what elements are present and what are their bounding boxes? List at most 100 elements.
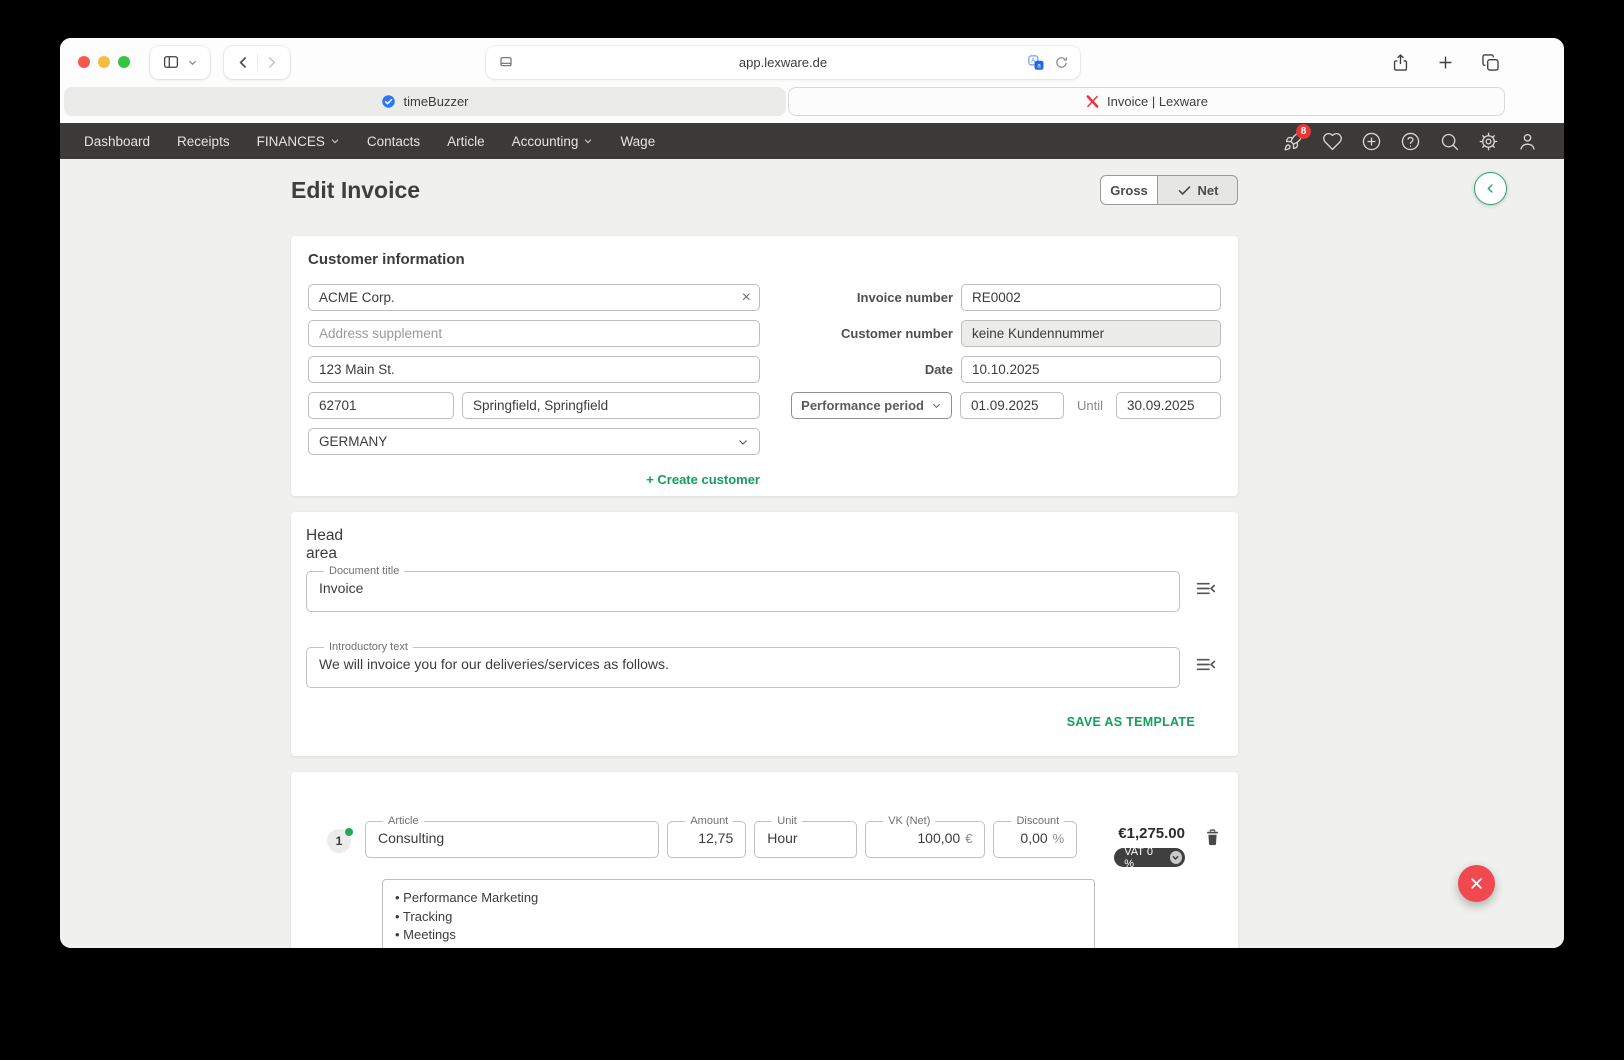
minimize-window-button[interactable]: [98, 56, 110, 68]
nav-item-accounting[interactable]: Accounting: [512, 134, 594, 149]
amount-label: Amount: [685, 815, 733, 827]
text-blocks-icon[interactable]: [1195, 578, 1216, 599]
discount-input[interactable]: [1006, 828, 1047, 846]
item-position-badge: 1: [327, 829, 351, 853]
discount-field: Discount %: [993, 815, 1077, 858]
currency-suffix: €: [965, 831, 972, 846]
customer-number-input: [961, 320, 1221, 347]
app-navigation-bar: Dashboard Receipts FINANCES Contacts Art…: [60, 123, 1564, 159]
desktop-background: app.lexware.de Aa: [0, 0, 1624, 1060]
help-icon[interactable]: [1397, 128, 1423, 154]
new-tab-icon[interactable]: [1436, 53, 1455, 72]
gross-toggle-button[interactable]: Gross: [1100, 175, 1158, 205]
customer-information-card: Customer information ×: [291, 236, 1238, 496]
percent-suffix: %: [1053, 831, 1065, 846]
nav-item-contacts[interactable]: Contacts: [367, 134, 420, 149]
article-field: Article: [365, 815, 659, 858]
sidebar-toggle-button[interactable]: [150, 46, 210, 79]
document-title-input[interactable]: [319, 578, 1167, 596]
nav-item-article[interactable]: Article: [447, 134, 485, 149]
document-title-field: Document title: [306, 565, 1180, 612]
until-label: Until: [1077, 398, 1103, 413]
date-input[interactable]: [961, 356, 1221, 383]
price-net-field: VK (Net) €: [865, 815, 985, 858]
tab-bar: timeBuzzer Invoice | Lexware: [60, 86, 1564, 123]
nav-item-finances[interactable]: FINANCES: [257, 134, 340, 149]
invoice-number-label: Invoice number: [857, 290, 953, 305]
browser-toolbar: app.lexware.de Aa: [60, 38, 1564, 86]
tab-label: timeBuzzer: [403, 94, 468, 109]
forward-button[interactable]: [263, 54, 280, 71]
amount-input[interactable]: [680, 828, 733, 846]
chevron-down-icon: [737, 436, 749, 448]
gross-net-toggle: Gross Net: [1100, 175, 1238, 205]
item-total: €1,275.00: [1118, 825, 1185, 842]
reload-icon[interactable]: [1054, 55, 1069, 70]
divider: [257, 53, 258, 71]
unit-input[interactable]: [767, 828, 844, 846]
chevron-down-icon: [583, 136, 593, 146]
item-description-textarea[interactable]: • Performance Marketing • Tracking • Mee…: [382, 879, 1095, 948]
amount-field: Amount: [667, 815, 746, 858]
zoom-window-button[interactable]: [118, 56, 130, 68]
chevron-down-icon: [330, 136, 340, 146]
checkmark-icon: [1177, 183, 1192, 198]
text-blocks-icon[interactable]: [1195, 654, 1216, 675]
back-button[interactable]: [235, 54, 252, 71]
notification-badge: 8: [1296, 124, 1311, 139]
period-from-input[interactable]: [960, 392, 1064, 419]
customer-name-input[interactable]: [308, 284, 760, 311]
net-toggle-button[interactable]: Net: [1158, 175, 1238, 205]
account-person-icon[interactable]: [1514, 128, 1540, 154]
close-window-button[interactable]: [78, 56, 90, 68]
unit-label: Unit: [772, 815, 802, 827]
address-bar[interactable]: app.lexware.de Aa: [486, 46, 1080, 79]
translate-icon[interactable]: Aa: [1027, 54, 1045, 72]
page-title: Edit Invoice: [291, 177, 420, 204]
share-icon[interactable]: [1391, 53, 1410, 72]
item-status-dot: [345, 828, 353, 836]
section-title: Customer information: [308, 251, 1221, 268]
tab-overview-icon[interactable]: [1481, 53, 1500, 72]
period-to-input[interactable]: [1116, 392, 1221, 419]
unit-field: Unit: [754, 815, 857, 858]
history-nav-buttons: [224, 46, 290, 79]
invoice-number-input[interactable]: [961, 284, 1221, 311]
vat-rate-dropdown[interactable]: VAT 0 %: [1114, 848, 1185, 867]
article-input[interactable]: [378, 828, 646, 846]
toolbar-right-actions: [1391, 53, 1500, 72]
create-customer-link[interactable]: + Create customer: [308, 472, 760, 487]
nav-item-receipts[interactable]: Receipts: [177, 134, 230, 149]
introductory-text-label: Introductory text: [324, 641, 413, 653]
city-input[interactable]: [462, 392, 760, 419]
page-content: Edit Invoice Gross Net Customer informat…: [60, 159, 1564, 948]
whats-new-rocket-icon[interactable]: 8: [1280, 128, 1306, 154]
chevron-down-icon: [1170, 851, 1182, 864]
quick-add-icon[interactable]: [1358, 128, 1384, 154]
settings-gear-icon[interactable]: [1475, 128, 1501, 154]
address-supplement-input[interactable]: [308, 320, 760, 347]
zip-input[interactable]: [308, 392, 454, 419]
street-input[interactable]: [308, 356, 760, 383]
article-label: Article: [383, 815, 424, 827]
country-select[interactable]: GERMANY: [308, 428, 760, 455]
delete-item-trash-icon[interactable]: [1204, 828, 1221, 847]
search-icon[interactable]: [1436, 128, 1462, 154]
svg-text:a: a: [1037, 62, 1041, 69]
introductory-text-input[interactable]: [319, 654, 1167, 672]
url-text: app.lexware.de: [739, 55, 827, 70]
favorites-heart-icon[interactable]: [1319, 128, 1345, 154]
nav-item-wage[interactable]: Wage: [620, 134, 655, 149]
nav-item-dashboard[interactable]: Dashboard: [84, 134, 150, 149]
page-settings-icon[interactable]: [498, 55, 514, 71]
clear-customer-icon[interactable]: ×: [742, 287, 751, 308]
price-net-input[interactable]: [878, 828, 960, 846]
tab-label: Invoice | Lexware: [1107, 94, 1208, 109]
save-as-template-link[interactable]: SAVE AS TEMPLATE: [306, 715, 1195, 729]
close-floating-button[interactable]: [1458, 865, 1495, 902]
performance-period-dropdown[interactable]: Performance period: [791, 392, 952, 419]
safari-window: app.lexware.de Aa: [60, 38, 1564, 948]
collapse-panel-button[interactable]: [1474, 172, 1507, 205]
tab-timebuzzer[interactable]: timeBuzzer: [64, 87, 786, 116]
tab-invoice-lexware[interactable]: Invoice | Lexware: [788, 87, 1505, 116]
